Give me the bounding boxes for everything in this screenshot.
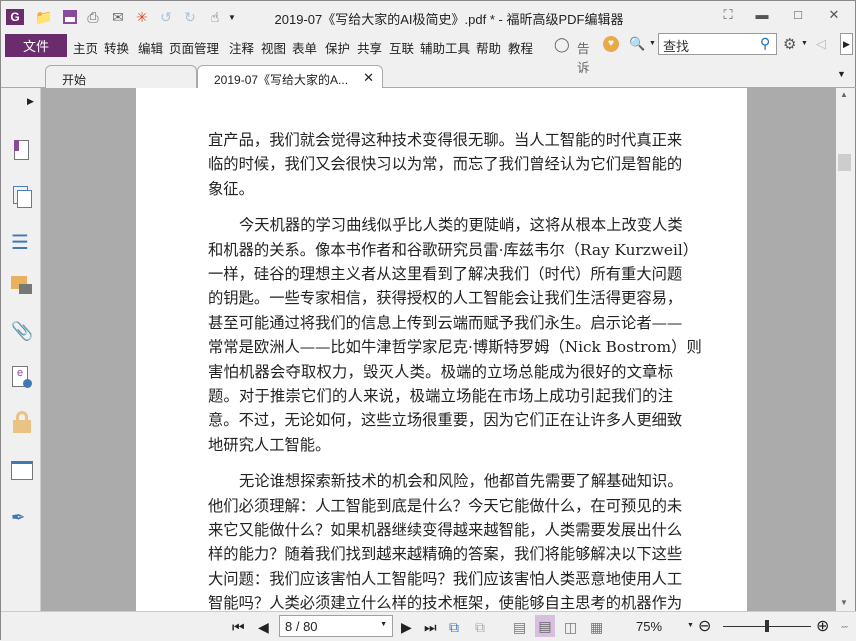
text-line: 常常是欧洲人——比如牛津哲学家尼克·博斯特罗姆（Nick Bostrom）则 <box>208 338 702 357</box>
previous-page-icon[interactable]: ◀ <box>258 619 269 636</box>
text-line: 样的能力？随着我们找到越来越精确的答案，我们将能够解决以下这些 <box>208 545 683 564</box>
heart-icon[interactable]: ♥ <box>603 36 619 52</box>
menu-help[interactable]: 帮助 <box>476 38 501 57</box>
vertical-scrollbar[interactable]: ▲ ▼ <box>836 88 853 611</box>
text-line: 无论谁想探索新技术的机会和风险，他都首先需要了解基础知识。 <box>239 472 683 491</box>
lightbulb-icon[interactable]: ◯ <box>554 36 570 53</box>
maximize-button[interactable]: □ <box>787 7 809 25</box>
text-line: 地研究人工智能。 <box>208 435 331 454</box>
text-line: 的钥匙。一些专家相信，获得授权的人工智能会让我们生活得更容易， <box>208 289 683 308</box>
status-bar: ⏮ ◀ 8 / 80 ▼ ▶ ⏭ ⧉ ⧉ ▤ ▤ ◫ ▦ 75% ▼ ⊖ ⊕ ⁗ <box>1 611 856 641</box>
last-page-icon[interactable]: ⏭ <box>424 619 437 636</box>
tab-label: 2019-07《写给大家的A... <box>214 73 349 87</box>
fullscreen-icon[interactable]: ⛶ <box>717 7 739 25</box>
bookmark-icon[interactable] <box>11 140 33 162</box>
text-line: 和机器的关系。像本书作者和谷歌研究员雷·库兹韦尔（Ray Kurzweil） <box>208 240 699 259</box>
resize-grip-icon[interactable]: ⁗ <box>841 624 848 637</box>
tab-start[interactable]: 开始 <box>45 65 197 89</box>
text-line: 象征。 <box>208 179 254 198</box>
search-folder-icon[interactable]: 🔍 <box>629 36 645 52</box>
navigation-panel: ▶ ☰ 📎 e ✒ <box>1 88 41 611</box>
text-line: 智能吗？人类必须建立什么样的技术框架，使能够自主思考的机器作为 <box>208 594 683 611</box>
pages-thumbnail-icon[interactable] <box>11 186 33 208</box>
document-viewport[interactable]: 宜产品，我们就会觉得这种技术变得很无聊。当人工智能的时代真正来 临的时候，我们又会… <box>41 88 836 611</box>
menu-home[interactable]: 主页 <box>73 38 98 57</box>
menu-tutorial[interactable]: 教程 <box>508 38 533 57</box>
page-dropdown-icon[interactable]: ▼ <box>380 621 387 628</box>
text-line: 甚至可能通过将我们的信息上传到云端而赋予我们永生。启示论者—— <box>208 313 683 332</box>
previous-view-icon[interactable]: ⧉ <box>449 619 459 636</box>
text-line: 害怕机器会夺取权力，毁灭人类。极端的立场总能成为很好的文章标 <box>208 362 673 381</box>
zoom-in-icon[interactable]: ⊕ <box>816 616 829 636</box>
menu-view[interactable]: 视图 <box>261 38 286 57</box>
tab-list-dropdown-icon[interactable]: ▼ <box>837 69 846 79</box>
layers-icon[interactable]: ☰ <box>11 232 33 254</box>
menu-page-management[interactable]: 页面管理 <box>169 38 219 57</box>
close-button[interactable]: ✕ <box>823 7 845 25</box>
menu-file[interactable]: 文件 <box>5 34 67 57</box>
text-line: 题。对于推崇它们的人来说，极端立场能在市场上成功引起我们的注 <box>208 387 673 405</box>
ribbon-scroll-left-icon[interactable]: ◁ <box>816 36 826 52</box>
comments-icon[interactable] <box>11 276 33 298</box>
tab-document[interactable]: 2019-07《写给大家的A... ✕ <box>197 65 383 90</box>
text-line: 大问题：我们应该害怕人工智能吗？我们应该害怕人类恶意地使用人工 <box>208 569 683 588</box>
menu-accessibility[interactable]: 辅助工具 <box>420 38 470 57</box>
tab-label: 开始 <box>62 73 87 87</box>
settings-dropdown-icon[interactable]: ▼ <box>801 40 808 47</box>
expand-panel-icon[interactable]: ▶ <box>27 96 34 107</box>
close-tab-icon[interactable]: ✕ <box>363 70 374 86</box>
text-line: 来它又能做什么？如果机器继续变得越来越智能，人类需要发展出什么 <box>208 521 683 539</box>
menu-edit[interactable]: 编辑 <box>138 38 163 57</box>
menu-connect[interactable]: 互联 <box>389 38 414 57</box>
signature-icon[interactable]: e <box>11 366 33 388</box>
next-view-icon[interactable]: ⧉ <box>475 619 485 636</box>
text-line: 意。不过，无论如何，这些立场很重要，因为它们正在让许多人更细致 <box>208 411 683 430</box>
text-line: 临的时候，我们又会很快习以为常，而忘了我们曾经认为它们是智能的 <box>208 155 683 174</box>
menu-comment[interactable]: 注释 <box>229 38 254 57</box>
title-bar: G 📁 ⎙ ✉ ✳ ↺ ↻ ☝ ▼ 2019-07《写给大家的AI极简史》.pd… <box>1 1 856 32</box>
certify-pen-icon[interactable]: ✒ <box>11 508 33 530</box>
search-folder-dropdown-icon[interactable]: ▼ <box>649 40 656 47</box>
zoom-slider-thumb[interactable] <box>765 620 769 632</box>
search-icon[interactable]: ⚲ <box>760 35 770 52</box>
page-number-input[interactable]: 8 / 80 ▼ <box>279 615 393 637</box>
first-page-icon[interactable]: ⏮ <box>232 619 245 636</box>
continuous-page-icon[interactable]: ▤ <box>535 615 555 637</box>
minimize-button[interactable]: ▬ <box>751 7 773 25</box>
menu-form[interactable]: 表单 <box>292 38 317 57</box>
page-number-value: 8 / 80 <box>285 619 318 634</box>
scrollbar-thumb[interactable] <box>838 154 851 171</box>
continuous-facing-icon[interactable]: ▦ <box>590 619 603 636</box>
text-line: 宜产品，我们就会觉得这种技术变得很无聊。当人工智能的时代真正来 <box>208 131 683 149</box>
pdf-page: 宜产品，我们就会觉得这种技术变得很无聊。当人工智能的时代真正来 临的时候，我们又会… <box>136 88 747 611</box>
facing-pages-icon[interactable]: ◫ <box>564 619 577 636</box>
attachment-icon[interactable]: 📎 <box>11 321 33 343</box>
text-line: 今天机器的学习曲线似乎比人类的更陡峭，这将从根本上改变人类 <box>239 216 683 235</box>
menu-share[interactable]: 共享 <box>357 38 382 57</box>
text-line: 他们必须理解：人工智能到底是什么？今天它能做什么，在可预见的未 <box>208 496 683 515</box>
security-lock-icon[interactable] <box>11 411 33 433</box>
scroll-up-icon[interactable]: ▲ <box>840 90 848 99</box>
zoom-out-icon[interactable]: ⊖ <box>698 616 711 636</box>
scroll-down-icon[interactable]: ▼ <box>840 598 848 607</box>
form-fields-icon[interactable] <box>11 461 33 483</box>
zoom-level[interactable]: 75% <box>636 619 662 634</box>
settings-gear-icon[interactable]: ⚙ <box>783 35 796 53</box>
text-line: 一样，硅谷的理想主义者从这里看到了解决我们（时代）所有重大问题 <box>208 265 683 283</box>
menu-protect[interactable]: 保护 <box>325 38 350 57</box>
next-page-icon[interactable]: ▶ <box>401 619 412 636</box>
single-page-icon[interactable]: ▤ <box>513 619 526 636</box>
menu-convert[interactable]: 转换 <box>104 38 129 57</box>
ribbon-scroll-right-button[interactable]: ▶ <box>840 33 853 55</box>
zoom-dropdown-icon[interactable]: ▼ <box>687 622 694 629</box>
